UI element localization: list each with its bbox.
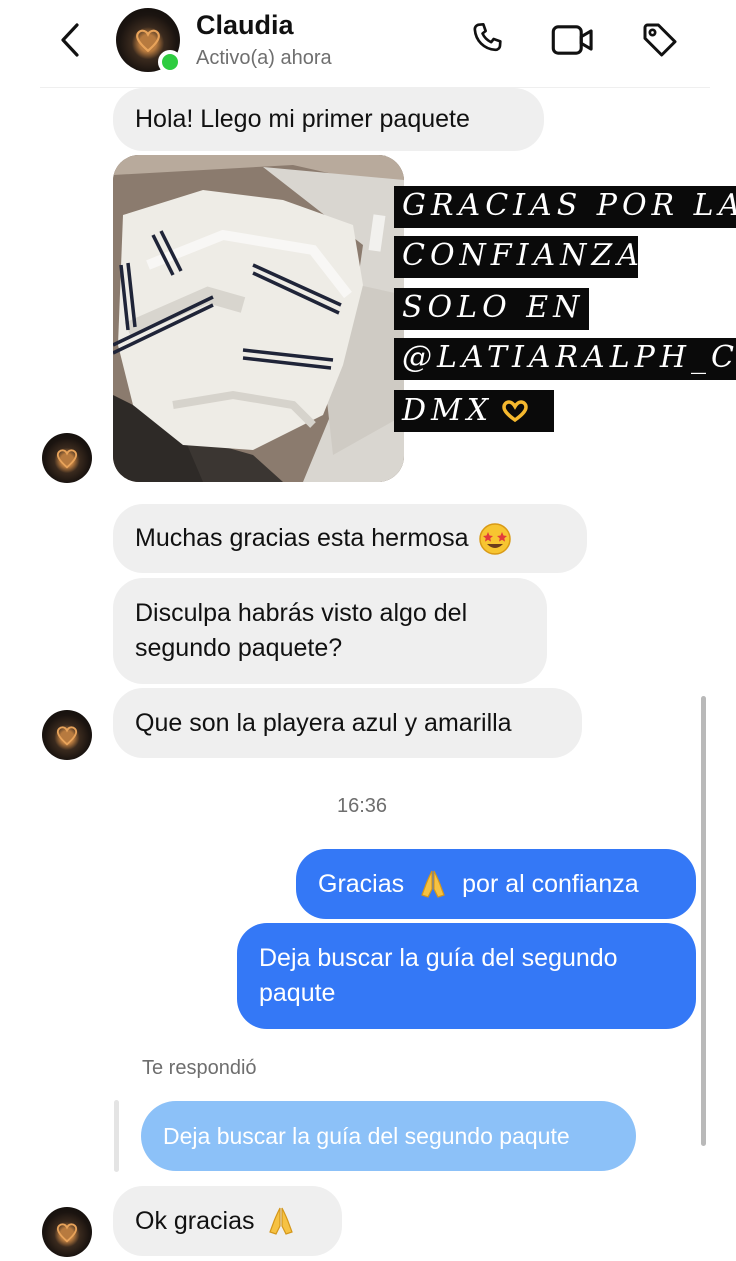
reply-indicator-bar	[114, 1100, 119, 1172]
heart-hands-icon	[56, 1223, 78, 1243]
folded-hands-emoji	[421, 870, 445, 898]
incoming-message[interactable]: Ok gracias	[113, 1186, 342, 1256]
message-text-line-1: Disculpa habrás visto algo del	[135, 599, 468, 627]
message-text-part-1: Gracias	[318, 869, 405, 898]
message-text: Hola! Llego mi primer paquete	[135, 105, 470, 133]
package-photo	[113, 155, 404, 482]
video-call-button[interactable]	[549, 16, 597, 64]
chat-header: Claudia Activo(a) ahora	[0, 0, 736, 88]
message-text: Ok gracias	[135, 1206, 255, 1235]
heart-hands-emoji	[502, 400, 528, 423]
phone-icon	[473, 23, 502, 52]
message-text: Que son la playera azul y amarilla	[135, 708, 512, 737]
tag-icon	[643, 23, 677, 57]
photo-message[interactable]	[113, 155, 404, 482]
message-text-line-2: segundo paquete?	[135, 634, 343, 662]
heart-hands-icon	[136, 29, 160, 53]
incoming-message[interactable]: Disculpa habrás visto algo del segundo p…	[113, 578, 547, 684]
quoted-message[interactable]: Deja buscar la guía del segundo paqute	[141, 1101, 636, 1171]
caption-line-2: CONFIANZA	[394, 236, 638, 278]
incoming-message[interactable]: Hola! Llego mi primer paquete	[113, 88, 544, 151]
sender-avatar[interactable]	[42, 710, 92, 760]
caption-line-5: DMX	[394, 390, 554, 432]
caption-text: DMX	[402, 393, 494, 428]
heart-hands-icon	[56, 449, 78, 469]
outgoing-message[interactable]: Deja buscar la guía del segundo paqute	[237, 923, 696, 1029]
sender-avatar[interactable]	[42, 1207, 92, 1257]
call-button[interactable]	[464, 16, 512, 64]
incoming-message[interactable]: Que son la playera azul y amarilla	[113, 688, 582, 758]
message-text-line-2: paqute	[259, 979, 336, 1007]
caption-line-4: @LATIARALPH_C	[394, 338, 736, 380]
contact-status: Activo(a) ahora	[196, 47, 332, 69]
chat-screen: Claudia Activo(a) ahora Hola! Llego mi p…	[0, 0, 736, 1261]
caption-line-3: SOLO EN	[394, 288, 589, 330]
message-timestamp: 16:36	[336, 795, 388, 817]
contact-name[interactable]: Claudia	[196, 10, 294, 41]
reply-label: Te respondió	[142, 1057, 257, 1079]
scrollbar[interactable]	[701, 696, 706, 1146]
chevron-left-icon	[61, 23, 79, 57]
star-struck-emoji	[479, 522, 512, 555]
caption-line-1: GRACIAS POR LA	[394, 186, 736, 228]
folded-hands-emoji	[269, 1207, 294, 1235]
online-indicator	[158, 50, 182, 74]
message-text-part-2: por al confianza	[462, 869, 639, 898]
incoming-message[interactable]: Muchas gracias esta hermosa	[113, 504, 587, 573]
video-camera-icon	[551, 25, 593, 55]
sender-avatar[interactable]	[42, 433, 92, 483]
message-text: Muchas gracias esta hermosa	[135, 524, 469, 552]
message-list[interactable]: Hola! Llego mi primer paquete GRACIAS PO…	[0, 88, 736, 1261]
tag-button[interactable]	[636, 16, 684, 64]
message-text-line-1: Deja buscar la guía del segundo	[259, 944, 618, 972]
back-button[interactable]	[52, 18, 88, 62]
outgoing-message[interactable]: Gracias por al confianza	[296, 849, 696, 919]
heart-hands-icon	[56, 726, 78, 746]
